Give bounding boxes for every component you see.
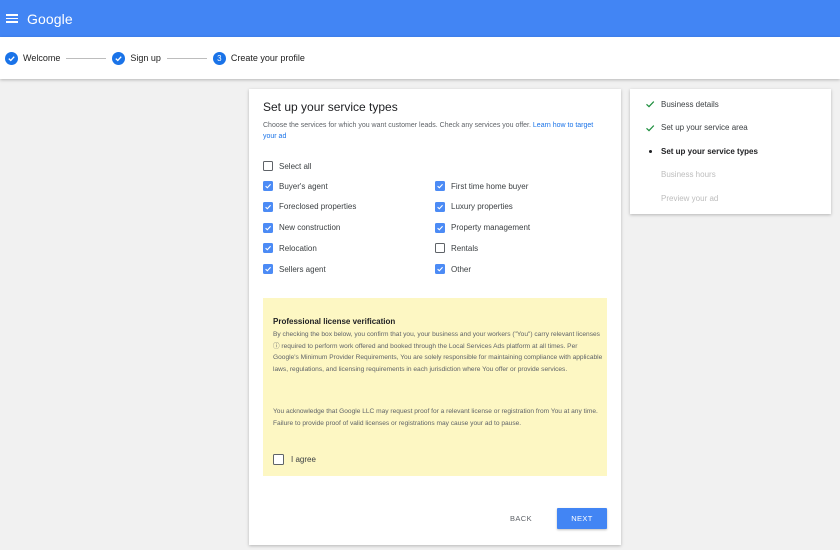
checkbox-label: Foreclosed properties [279, 202, 357, 212]
description-text: Choose the services for which you want c… [263, 122, 531, 129]
progress-item: Set up your service types [645, 146, 758, 156]
progress-item: Business hours [645, 170, 716, 180]
progress-item-label: Preview your ad [661, 193, 719, 203]
step-label: Welcome [23, 53, 61, 63]
checkbox-label: Luxury properties [451, 202, 513, 212]
service-checkbox[interactable]: Property management [435, 222, 531, 233]
checkbox-checked-icon[interactable] [435, 264, 445, 275]
step-create-profile: 3 Create your profile [212, 51, 305, 65]
checkbox-checked-icon[interactable] [435, 201, 445, 212]
signup-stepper: Welcome Sign up 3 Create your profile [0, 37, 840, 79]
select-all-checkbox[interactable]: Select all [263, 161, 311, 171]
license-verification-box: Professional license verification By che… [263, 298, 607, 476]
progress-card: Business details Set up your service area… [630, 89, 831, 214]
progress-item-label: Business hours [661, 170, 716, 179]
checkbox-checked-icon[interactable] [435, 181, 445, 191]
checkbox-checked-icon[interactable] [263, 201, 273, 212]
checkbox-checked-icon[interactable] [435, 222, 445, 233]
agree-label: I agree [291, 455, 316, 464]
checkbox-unchecked-icon[interactable] [435, 243, 445, 254]
service-types-card: Set up your service types Choose the ser… [249, 89, 621, 545]
service-checkbox[interactable]: Luxury properties [435, 201, 513, 212]
top-app-bar: Google [0, 0, 840, 37]
back-button[interactable]: BACK [505, 509, 537, 527]
license-paragraph-2: You acknowledge that Google LLC may requ… [273, 408, 598, 427]
checkbox-label: Sellers agent [279, 264, 326, 274]
checkbox-checked-icon[interactable] [263, 264, 273, 275]
step-welcome: Welcome [5, 51, 61, 65]
progress-item-label: Business details [661, 99, 719, 109]
service-checkbox[interactable]: Rentals [435, 243, 479, 254]
progress-item-label: Set up your service types [661, 146, 758, 156]
hamburger-menu-icon[interactable] [6, 14, 18, 23]
card-title: Set up your service types [263, 100, 398, 114]
checkbox-checked-icon[interactable] [263, 243, 273, 254]
progress-item-label: Set up your service area [661, 123, 748, 132]
step-connector [66, 57, 107, 59]
check-circle-icon [5, 51, 18, 65]
license-title: Professional license verification [273, 317, 396, 326]
step-sign-up: Sign up [112, 51, 161, 65]
checkbox-label: Relocation [279, 243, 317, 253]
checkbox-label: Rentals [451, 243, 479, 253]
service-checkbox[interactable]: Buyer's agent [263, 181, 328, 191]
service-checkbox[interactable]: Relocation [263, 243, 317, 254]
pending-marker [645, 193, 655, 203]
step-number-badge: 3 [212, 51, 226, 65]
license-paragraph-1: By checking the box below, you confirm t… [273, 331, 603, 373]
google-logo[interactable]: Google [27, 11, 73, 27]
checkbox-checked-icon[interactable] [263, 222, 273, 233]
check-icon [645, 123, 655, 133]
checkbox-checked-icon[interactable] [263, 181, 273, 191]
service-checkbox[interactable]: New construction [263, 222, 341, 233]
pending-marker [645, 170, 655, 180]
service-checkbox[interactable]: Foreclosed properties [263, 201, 357, 212]
service-checkbox[interactable]: First time home buyer [435, 181, 528, 191]
checkbox-label: New construction [279, 223, 341, 233]
checkbox-label: Other [451, 264, 472, 274]
dot-icon [645, 146, 655, 156]
step-connector [166, 57, 207, 59]
agree-checkbox[interactable]: I agree [273, 454, 316, 465]
check-circle-icon [112, 51, 126, 65]
progress-item: Preview your ad [645, 193, 718, 203]
progress-item: Business details [645, 99, 719, 109]
check-icon [645, 99, 655, 109]
card-description: Choose the services for which you want c… [263, 120, 608, 142]
service-checkbox[interactable]: Other [435, 264, 472, 275]
checkbox-label: Select all [279, 161, 312, 171]
checkbox-label: Property management [451, 223, 531, 233]
checkbox-label: Buyer's agent [279, 181, 328, 191]
step-label: Create your profile [230, 53, 305, 63]
checkbox-unchecked-icon[interactable] [273, 454, 284, 465]
checkbox-unchecked-icon[interactable] [263, 161, 273, 171]
next-button[interactable]: NEXT [557, 508, 607, 529]
service-checkbox[interactable]: Sellers agent [263, 264, 326, 275]
progress-item: Set up your service area [645, 123, 748, 133]
step-label: Sign up [130, 53, 161, 63]
checkbox-label: First time home buyer [451, 181, 529, 191]
